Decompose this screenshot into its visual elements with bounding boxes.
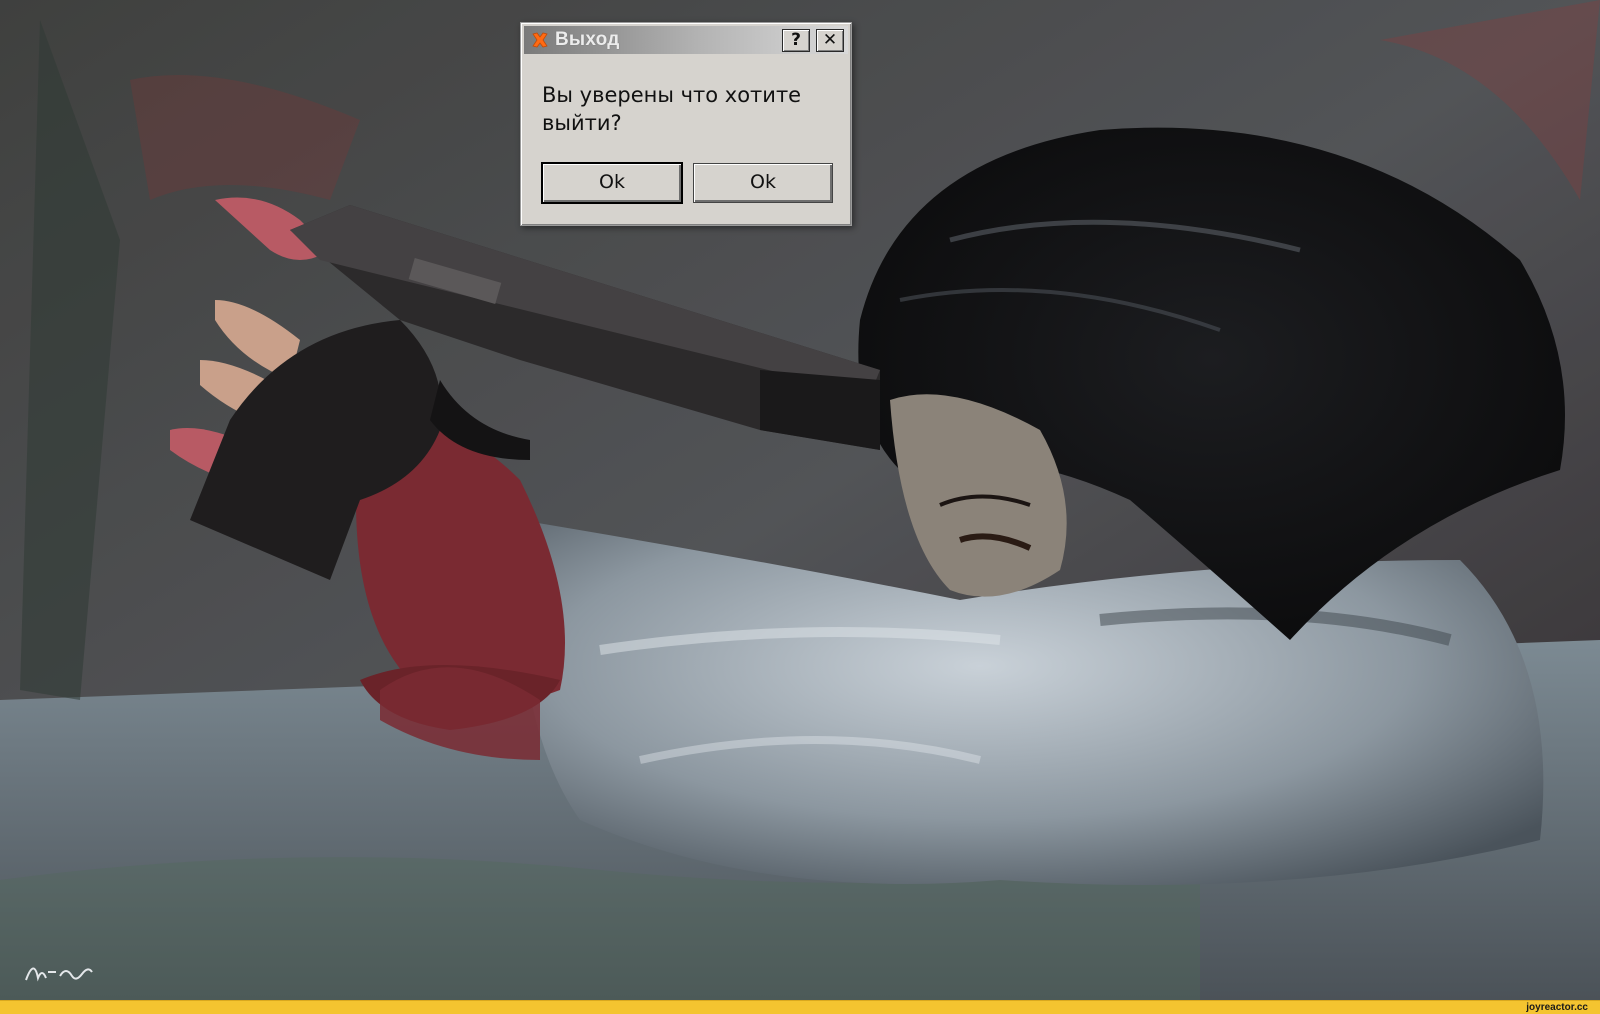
dialog-titlebar[interactable]: Выход ? ✕ bbox=[524, 26, 848, 54]
help-icon: ? bbox=[791, 30, 801, 50]
help-button[interactable]: ? bbox=[782, 29, 810, 52]
artist-signature bbox=[25, 967, 93, 982]
dialog-title: Выход bbox=[555, 29, 620, 50]
orange-x-icon bbox=[532, 32, 548, 48]
close-button[interactable]: ✕ bbox=[816, 29, 844, 52]
close-icon: ✕ bbox=[822, 30, 838, 50]
ok-button-2[interactable]: Ok bbox=[693, 163, 833, 203]
watermark-bar: joyreactor.cc bbox=[0, 1000, 1600, 1014]
exit-dialog: Выход ? ✕ Вы уверены что хотите выйти? O… bbox=[520, 22, 852, 226]
dialog-message: Вы уверены что хотите выйти? bbox=[542, 83, 802, 135]
ok-button-1[interactable]: Ok bbox=[541, 162, 683, 204]
watermark-text[interactable]: joyreactor.cc bbox=[1526, 1001, 1588, 1014]
